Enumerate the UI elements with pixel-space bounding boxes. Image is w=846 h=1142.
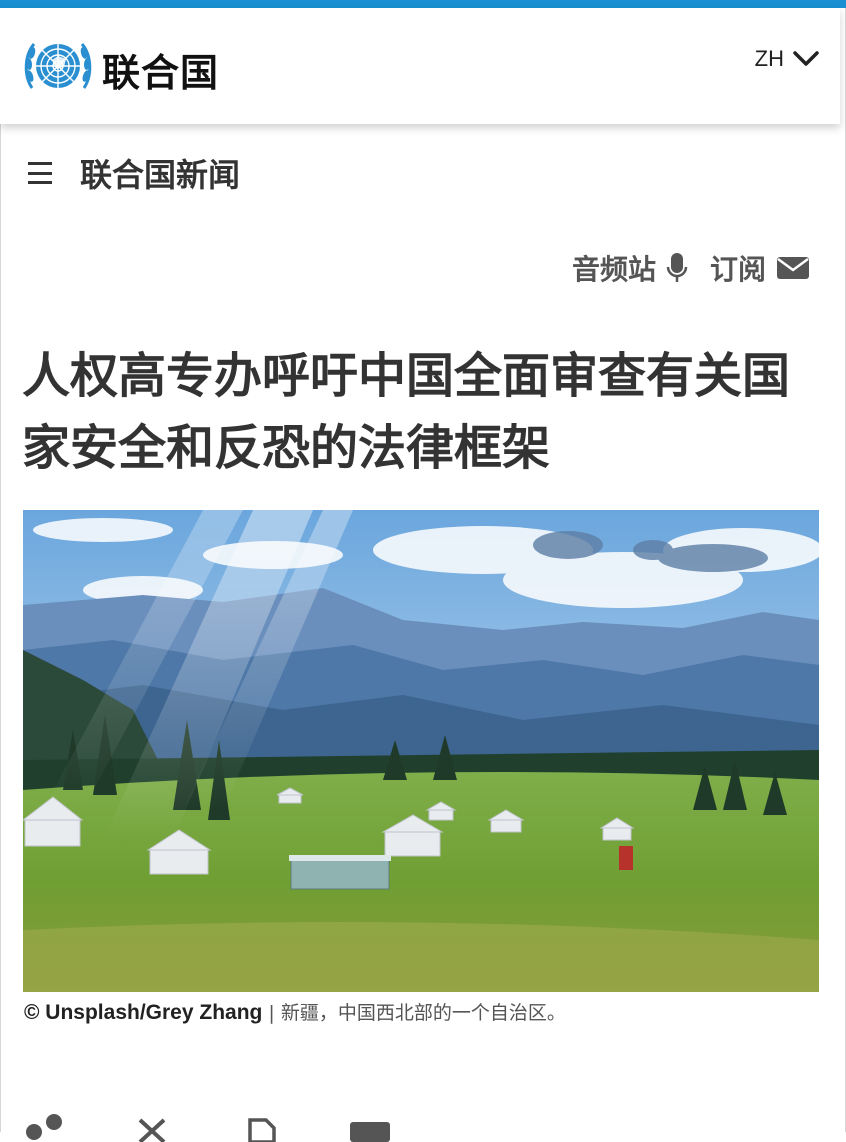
x-icon[interactable] bbox=[132, 1112, 176, 1142]
subscribe-link[interactable]: 订阅 bbox=[710, 248, 810, 288]
microphone-icon bbox=[666, 253, 688, 282]
subscribe-label: 订阅 bbox=[709, 253, 766, 286]
article-photo bbox=[23, 510, 819, 992]
audio-label: 音频站 bbox=[571, 253, 656, 286]
utility-links: 音频站 订阅 bbox=[572, 248, 810, 288]
section-nav: 联合国新闻 bbox=[28, 150, 240, 196]
photo-credit: © Unsplash/Grey Zhang bbox=[24, 1001, 263, 1024]
share-bar bbox=[24, 1112, 392, 1142]
top-accent-bar bbox=[0, 0, 846, 8]
caption-text: | 新疆，中国西北部的一个自治区。 bbox=[262, 1002, 566, 1024]
language-selector[interactable]: ZH bbox=[755, 46, 820, 72]
share-icon[interactable] bbox=[24, 1112, 68, 1142]
email-icon[interactable] bbox=[348, 1112, 392, 1142]
section-title[interactable]: 联合国新闻 bbox=[80, 150, 240, 196]
un-emblem-logo[interactable] bbox=[22, 36, 94, 98]
language-code: ZH bbox=[754, 46, 784, 71]
article-headline: 人权高专办呼吁中国全面审查有关国家安全和反恐的法律框架 bbox=[22, 348, 791, 476]
brand-name[interactable]: 联合国 bbox=[102, 42, 219, 97]
site-header: 联合国 ZH bbox=[0, 8, 840, 124]
chevron-down-icon bbox=[793, 51, 819, 66]
audio-link[interactable]: 音频站 bbox=[572, 248, 688, 288]
photo-caption: © Unsplash/Grey Zhang | 新疆，中国西北部的一个自治区。 bbox=[24, 998, 566, 1025]
document-icon[interactable] bbox=[240, 1112, 284, 1142]
hamburger-icon[interactable] bbox=[28, 162, 52, 184]
envelope-icon bbox=[777, 257, 809, 279]
